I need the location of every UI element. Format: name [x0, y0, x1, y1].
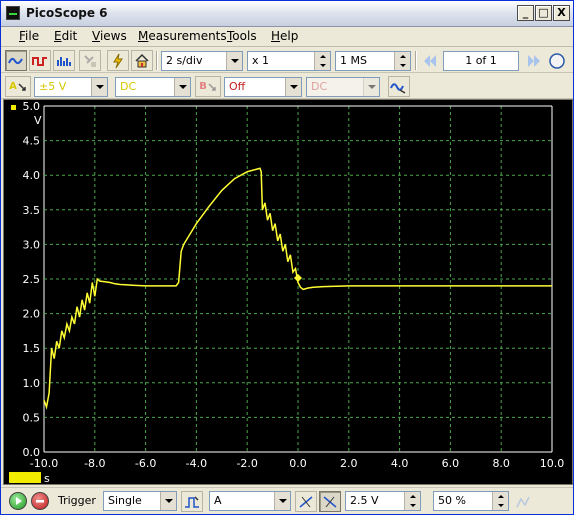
scope-display[interactable]: 0.0 0.5 1.0 1.5 2.0 2.5 3.0 3.5 4.0 4.5 5.0 -10.0-…	[3, 99, 573, 485]
falling-edge-icon[interactable]	[319, 491, 341, 512]
rising-edge-icon[interactable]	[295, 491, 317, 512]
scope-mode-icon[interactable]	[5, 50, 27, 71]
channel-toolbar: A ±5 V DC B Off DC	[1, 74, 573, 99]
toolbar-separator	[415, 51, 417, 70]
x-tick-label: -10.0	[30, 457, 58, 470]
x-tick-label: -6.0	[135, 457, 156, 470]
y-tick-label: 3.5	[23, 204, 41, 217]
x-tick-label: 4.0	[391, 457, 409, 470]
buffer-navigator-icon[interactable]	[546, 50, 568, 71]
menu-edit[interactable]: Edit	[50, 29, 81, 44]
x-axis-unit-box	[9, 472, 41, 483]
x-tick-label: 10.0	[540, 457, 565, 470]
x-tick-label: -2.0	[236, 457, 257, 470]
channel-b-coupling-select: DC	[306, 77, 380, 97]
window-title: PicoScope 6	[26, 6, 108, 20]
math-channels-icon[interactable]	[388, 76, 410, 97]
persistence-mode-icon[interactable]	[29, 50, 51, 71]
picoscope-window: PicoScope 6 _ □ X File Edit Views Measur…	[0, 0, 574, 515]
y-axis-unit: V	[34, 114, 42, 127]
title-bar[interactable]: PicoScope 6 _ □ X	[1, 1, 573, 27]
sample-count-stepper[interactable]: 1 MS	[335, 51, 411, 71]
channel-b-options-button[interactable]: B	[195, 76, 221, 97]
maximize-button[interactable]: □	[535, 5, 552, 21]
zoom-stepper[interactable]: x 1	[247, 51, 331, 71]
y-tick-label: 1.0	[23, 377, 41, 390]
trigger-marker[interactable]	[294, 274, 302, 282]
trigger-mode-select[interactable]: Single	[103, 491, 177, 511]
y-tick-label: 3.0	[23, 238, 41, 251]
close-button[interactable]: X	[553, 5, 570, 21]
minimize-button[interactable]: _	[517, 5, 534, 21]
trigger-level-stepper[interactable]: 2.5 V	[345, 491, 421, 511]
stop-capture-button[interactable]	[31, 492, 49, 510]
previous-buffer-icon[interactable]	[419, 50, 441, 71]
next-buffer-icon[interactable]	[523, 50, 545, 71]
y-tick-label: 5.0	[23, 100, 41, 113]
x-axis-unit: s	[44, 472, 50, 484]
y-tick-label: 4.5	[23, 135, 41, 148]
start-capture-button[interactable]	[9, 492, 27, 510]
trigger-toolbar: Trigger Single A 2.5 V 50 %	[1, 487, 573, 514]
toolbar-separator	[156, 51, 158, 70]
channel-a-axis-marker	[11, 105, 16, 110]
advanced-trigger-icon[interactable]	[181, 491, 203, 512]
y-tick-label: 4.0	[23, 169, 41, 182]
x-tick-label: -8.0	[84, 457, 105, 470]
channel-a-coupling-select[interactable]: DC	[115, 77, 191, 97]
signal-generator-icon[interactable]	[79, 50, 101, 71]
menu-views[interactable]: Views	[88, 29, 131, 44]
y-tick-label: 1.5	[23, 342, 41, 355]
x-tick-label: -4.0	[186, 457, 207, 470]
pretrigger-stepper[interactable]: 50 %	[433, 491, 509, 511]
buffer-page-field[interactable]: 1 of 1	[443, 51, 519, 71]
menu-measurements[interactable]: Measurements	[134, 29, 231, 44]
x-tick-label: 6.0	[442, 457, 460, 470]
x-tick-label: 8.0	[492, 457, 510, 470]
spectrum-mode-icon[interactable]	[53, 50, 75, 71]
trigger-timing-icon[interactable]	[513, 491, 535, 512]
y-tick-label: 2.0	[23, 308, 41, 321]
auto-setup-icon[interactable]	[107, 50, 129, 71]
x-axis-labels: -10.0 -8.0 -6.0 -4.0 -2.0 0.0 2.0 4.0 6.0 8.0 10.0	[30, 457, 564, 470]
x-tick-label: 2.0	[340, 457, 358, 470]
menu-bar: File Edit Views Measurements Tools Help	[1, 27, 573, 47]
menu-file[interactable]: File	[15, 29, 43, 44]
y-axis-labels: 0.00.51.01.52.02.53.03.54.04.55.0	[23, 100, 41, 459]
menu-help[interactable]: Help	[267, 29, 302, 44]
trigger-label: Trigger	[58, 494, 96, 507]
menu-tools[interactable]: Tools	[223, 29, 261, 44]
scope-graph[interactable]: 0.00.51.01.52.02.53.03.54.04.55.0 -10.0-…	[4, 100, 572, 484]
home-icon[interactable]	[131, 50, 153, 71]
y-tick-label: 0.5	[23, 411, 41, 424]
trigger-source-select[interactable]: A	[209, 491, 291, 511]
channel-a-label: A	[9, 81, 17, 92]
app-icon	[6, 6, 20, 20]
y-tick-label: 2.5	[23, 273, 41, 286]
channel-b-range-select[interactable]: Off	[224, 77, 302, 97]
capture-toolbar: 2 s/div x 1 1 MS 1 of 1	[1, 48, 573, 73]
x-tick-label: 0.0	[289, 457, 307, 470]
timebase-select[interactable]: 2 s/div	[161, 51, 243, 71]
channel-a-range-select[interactable]: ±5 V	[34, 77, 108, 97]
channel-b-label: B	[199, 81, 207, 92]
channel-a-options-button[interactable]: A	[5, 76, 31, 97]
